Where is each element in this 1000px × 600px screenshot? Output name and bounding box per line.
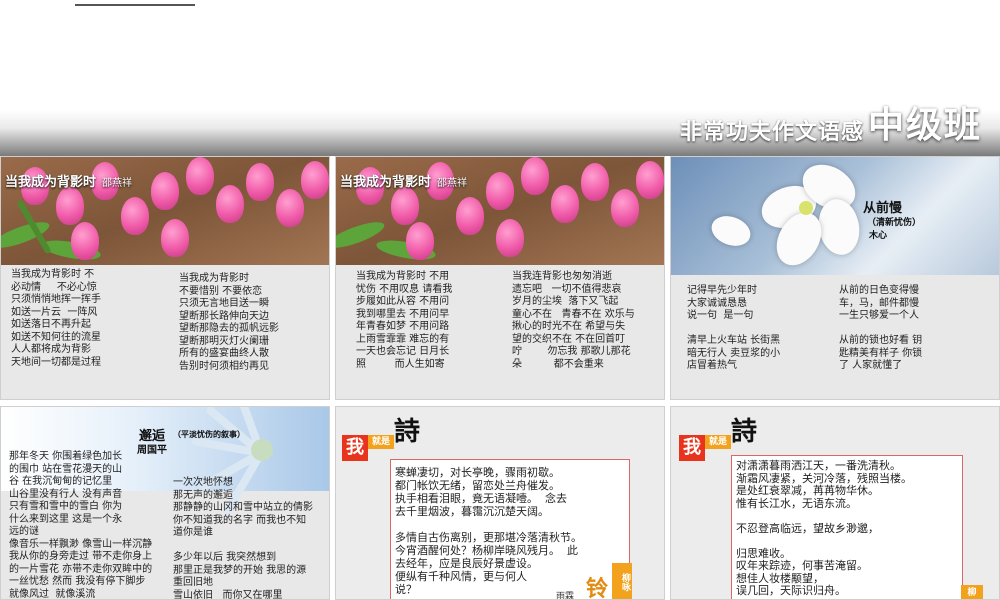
shi-character: 詩 bbox=[731, 417, 758, 447]
slide-thumb-1[interactable]: 当我成为背影时 邵燕祥 当我成为背影时 不 必动情 不必心惊 只须悄悄地挥一挥手 … bbox=[0, 156, 330, 400]
poem-subtitle: （清新忧伤） bbox=[867, 218, 922, 228]
poem-title: 当我成为背影时 邵燕祥 bbox=[340, 175, 468, 190]
poem-text: 寒蝉凄切，对长亭晚，骤雨初歇。 都门帐饮无绪，留恋处兰舟催发。 执手相看泪眼，竟… bbox=[395, 466, 582, 596]
slide-thumb-2[interactable]: 当我成为背影时 邵燕祥 当我成为背影时 不用 忧伤 不用叹息 请看我 步履如此从容… bbox=[335, 156, 665, 400]
poem-subtitle: （平淡忧伤的叙事） bbox=[173, 430, 245, 439]
poem-author: 木心 bbox=[869, 231, 888, 241]
poem-title: 当我成为背影时 邵燕祥 bbox=[5, 175, 133, 190]
side-label-ling: 铃 bbox=[586, 577, 609, 600]
top-edge-fragment bbox=[75, 0, 195, 6]
slide-thumb-6[interactable]: 我 就是 詩 对潇潇暮雨洒江天，一番洗清秋。 渐霜风凄紧，关河冷落，残照当楼。 … bbox=[670, 406, 1000, 600]
poem-left-column: 当我成为背影时 不用 忧伤 不用叹息 请看我 步履如此从容 不用问 我到哪里去 … bbox=[356, 271, 453, 370]
poem-right-column: 当我连背影也匆匆消逝 遗忘吧 一切不值得悲哀 岁月的尘埃 落下又飞起 童心不在 … bbox=[512, 271, 635, 370]
slide-thumb-4[interactable]: 邂逅 （平淡忧伤的叙事） 周国平 那年冬天 你围着绿色加长 的围巾 站在雪花漫天… bbox=[0, 406, 330, 600]
slide-thumb-5[interactable]: 我 就是 詩 寒蝉凄切，对长亭晚，骤雨初歇。 都门帐饮无绪，留恋处兰舟催发。 执… bbox=[335, 406, 665, 600]
side-label-liu: 柳 bbox=[961, 585, 983, 599]
poem-notepad: 对潇潇暮雨洒江天，一番洗清秋。 渐霜风凄紧，关河冷落，残照当楼。 是处红衰翠减，… bbox=[731, 455, 963, 599]
poem-title: 从前慢 bbox=[863, 201, 903, 216]
side-label-yulin: 雨霖 bbox=[556, 592, 575, 600]
poem-left-column: 记得早先少年时 大家诚诚恳恳 说一句 是一句 清早上火车站 长街黑 暗无行人 卖… bbox=[687, 285, 781, 371]
header-title: 中级班 bbox=[867, 105, 982, 146]
poem-right-column: 从前的日色变得慢 车，马，邮件都慢 一生只够爱一个人 从前的锁也好看 钥 匙精美… bbox=[839, 285, 923, 371]
side-label-liuyong: 柳咏 bbox=[612, 563, 632, 599]
poem-right-column: 当我成为背影时 不要惜别 不要依恋 只须无言地目送一瞬 望断那长路伸向天边 望断… bbox=[179, 273, 279, 372]
poem-right-column: 一次次地怀想 那无声的邂逅 那静静的山冈和雪中站立的倩影 你不知道我的名字 而我… bbox=[173, 477, 313, 600]
poem-left-column: 那年冬天 你围着绿色加长 的围巾 站在雪花漫天的山 谷 在我沉甸甸的记忆里 山谷… bbox=[9, 451, 153, 600]
tag-jiushi: 就是 bbox=[368, 435, 394, 449]
shi-character: 詩 bbox=[394, 417, 421, 447]
slide-thumb-3[interactable]: 从前慢 （清新忧伤） 木心 记得早先少年时 大家诚诚恳恳 说一句 是一句 清早上… bbox=[670, 156, 1000, 400]
poem-text: 对潇潇暮雨洒江天，一番洗清秋。 渐霜风凄紧，关河冷落，残照当楼。 是处红衰翠减，… bbox=[736, 459, 912, 597]
tag-jiushi: 就是 bbox=[705, 435, 731, 449]
tag-wo: 我 bbox=[679, 435, 705, 461]
page-header: 非常功夫作文语感 中级班 bbox=[680, 106, 982, 146]
tag-wo: 我 bbox=[342, 435, 368, 461]
poem-left-column: 当我成为背影时 不 必动情 不必心惊 只须悄悄地挥一挥手 如送一片云 一阵风 如… bbox=[11, 269, 101, 368]
poem-author: 邵燕祥 bbox=[437, 178, 468, 189]
white-flower-photo bbox=[671, 157, 999, 275]
poem-author: 邵燕祥 bbox=[102, 178, 133, 189]
header-subtitle: 非常功夫作文语感 bbox=[679, 120, 864, 145]
